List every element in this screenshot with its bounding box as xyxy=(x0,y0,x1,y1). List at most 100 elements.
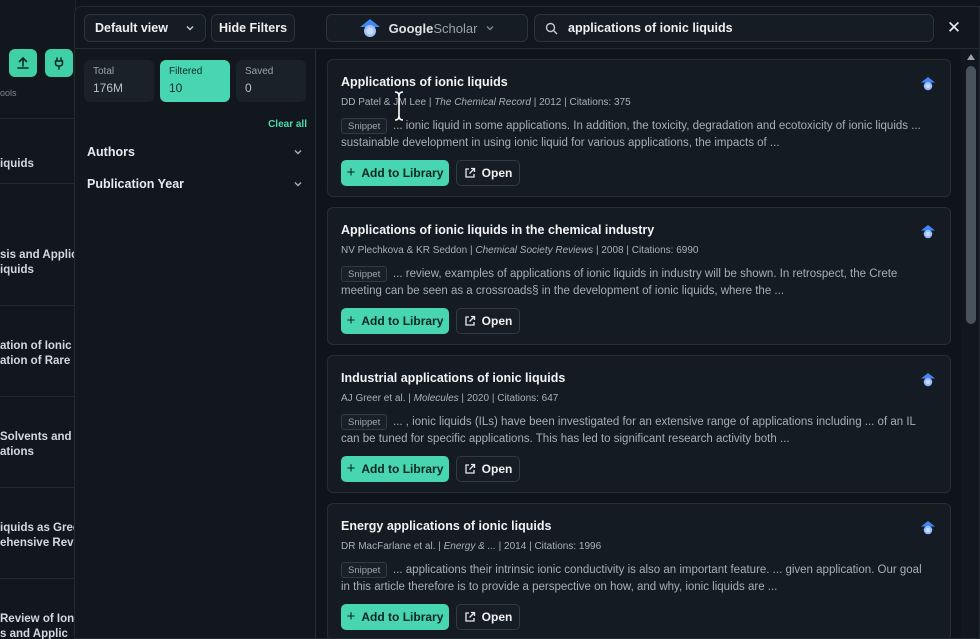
background-list-text: iquids xyxy=(0,158,34,170)
result-authors: AJ Greer et al. xyxy=(341,393,406,404)
stat-label: Filtered xyxy=(169,66,203,77)
stat-value: 0 xyxy=(245,81,252,95)
background-list-text: ations xyxy=(0,446,34,458)
view-select[interactable]: Default view xyxy=(84,14,206,42)
divider xyxy=(0,305,75,306)
result-year: 2020 xyxy=(466,393,490,404)
scholar-icon[interactable] xyxy=(920,224,936,240)
result-title[interactable]: Energy applications of ionic liquids xyxy=(341,519,551,533)
meta-separator: | xyxy=(530,97,540,108)
chevron-down-icon xyxy=(186,26,194,31)
result-journal: Chemical Society Reviews xyxy=(475,245,594,256)
open-label: Open xyxy=(481,610,513,624)
open-label: Open xyxy=(481,166,513,180)
result-citations: Citations: 375 xyxy=(569,97,631,108)
result-citations: Citations: 6990 xyxy=(631,245,699,256)
add-to-library-label: Add to Library xyxy=(361,166,444,180)
divider xyxy=(0,578,75,579)
source-select[interactable]: GoogleScholar xyxy=(326,14,528,42)
meta-separator: | xyxy=(458,393,467,404)
open-button[interactable]: Open xyxy=(456,308,520,334)
add-to-library-button[interactable]: + Add to Library xyxy=(341,456,449,482)
background-list-text: ation of Rare Ea xyxy=(0,355,75,367)
scholar-icon[interactable] xyxy=(920,76,936,92)
result-snippet: ... , ionic liquids (ILs) have been inve… xyxy=(341,416,916,445)
scroll-up-arrow[interactable] xyxy=(967,54,975,60)
source-brand: GoogleScholar xyxy=(389,21,478,36)
search-query: applications of ionic liquids xyxy=(568,21,733,35)
stat-label: Saved xyxy=(245,66,274,77)
result-meta: AJ Greer et al. | Molecules | 2020 | Cit… xyxy=(341,393,558,404)
add-to-library-button[interactable]: + Add to Library xyxy=(341,160,449,186)
result-authors: NV Plechkova & KR Seddon xyxy=(341,245,468,256)
scholar-wordmark: Scholar xyxy=(433,20,478,36)
filter-group-authors[interactable]: Authors xyxy=(87,142,303,162)
background-list-text: ation of Ionic L xyxy=(0,340,76,352)
scrollbar[interactable] xyxy=(962,50,979,638)
background-list-text: Review of Ion xyxy=(0,613,75,625)
tools-label: ools xyxy=(0,88,17,98)
scholar-icon xyxy=(359,19,380,37)
chevron-down-icon xyxy=(486,26,494,31)
meta-separator: | xyxy=(495,541,505,552)
background-list-text: ehensive Revi xyxy=(0,537,76,549)
plug-icon[interactable] xyxy=(45,49,73,77)
clear-all-link[interactable]: Clear all xyxy=(268,119,307,130)
search-input[interactable]: applications of ionic liquids xyxy=(534,14,934,42)
add-to-library-button[interactable]: + Add to Library xyxy=(341,308,449,334)
stat-total[interactable]: Total 176M xyxy=(84,60,154,102)
add-to-library-label: Add to Library xyxy=(361,610,444,624)
background-list-text: iquids as Gree xyxy=(0,522,76,534)
scholar-search-modal: Default view Hide Filters GoogleScholar … xyxy=(74,6,980,639)
open-label: Open xyxy=(481,314,513,328)
stat-saved[interactable]: Saved 0 xyxy=(236,60,306,102)
result-meta: DR MacFarlane et al. | Energy & ... | 20… xyxy=(341,541,601,552)
scholar-icon[interactable] xyxy=(920,520,936,536)
external-link-icon xyxy=(465,463,475,474)
external-link-icon xyxy=(465,315,475,326)
divider xyxy=(0,396,75,397)
result-year: 2012 xyxy=(539,97,562,108)
meta-separator: | xyxy=(623,245,632,256)
text-cursor-icon xyxy=(394,91,404,121)
meta-separator: | xyxy=(435,541,444,552)
result-journal: The Chemical Record xyxy=(434,97,531,108)
external-link-icon xyxy=(465,167,475,178)
open-button[interactable]: Open xyxy=(456,456,520,482)
open-button[interactable]: Open xyxy=(456,604,520,630)
result-title[interactable]: Applications of ionic liquids in the che… xyxy=(341,223,654,237)
filter-group-label: Publication Year xyxy=(87,177,185,191)
plus-icon: + xyxy=(346,460,356,477)
result-citations: Citations: 1996 xyxy=(534,541,602,552)
result-card: Industrial applications of ionic liquids… xyxy=(327,355,951,493)
add-to-library-label: Add to Library xyxy=(361,462,444,476)
hide-filters-button[interactable]: Hide Filters xyxy=(211,14,295,42)
result-title[interactable]: Applications of ionic liquids xyxy=(341,75,508,89)
background-sidebar: ools iquids sis and Applic iquids ation of … xyxy=(0,0,76,639)
stat-label: Total xyxy=(93,66,115,77)
scroll-thumb[interactable] xyxy=(966,66,976,324)
snippet-tag: Snippet xyxy=(341,414,388,430)
result-citations: Citations: 647 xyxy=(497,393,559,404)
divider xyxy=(0,487,75,488)
scholar-icon[interactable] xyxy=(920,372,936,388)
snippet-tag: Snippet xyxy=(341,118,388,134)
open-button[interactable]: Open xyxy=(456,160,520,186)
snippet-tag: Snippet xyxy=(341,562,388,578)
meta-separator: | xyxy=(426,97,435,108)
filter-group-publication-year[interactable]: Publication Year xyxy=(87,174,303,194)
upload-icon[interactable] xyxy=(9,49,37,77)
chevron-down-icon xyxy=(294,150,302,155)
meta-separator: | xyxy=(489,393,498,404)
stat-filtered[interactable]: Filtered 10 xyxy=(160,60,230,102)
result-title[interactable]: Industrial applications of ionic liquids xyxy=(341,371,565,385)
add-to-library-button[interactable]: + Add to Library xyxy=(341,604,449,630)
result-authors: DR MacFarlane et al. xyxy=(341,541,436,552)
result-snippet: ... review, examples of applications of … xyxy=(341,268,898,297)
stat-value: 10 xyxy=(169,81,183,95)
stat-value: 176M xyxy=(93,81,124,95)
plus-icon: + xyxy=(346,608,356,625)
close-icon[interactable]: ✕ xyxy=(943,17,965,39)
google-wordmark: Google xyxy=(388,20,434,36)
divider xyxy=(0,183,75,184)
